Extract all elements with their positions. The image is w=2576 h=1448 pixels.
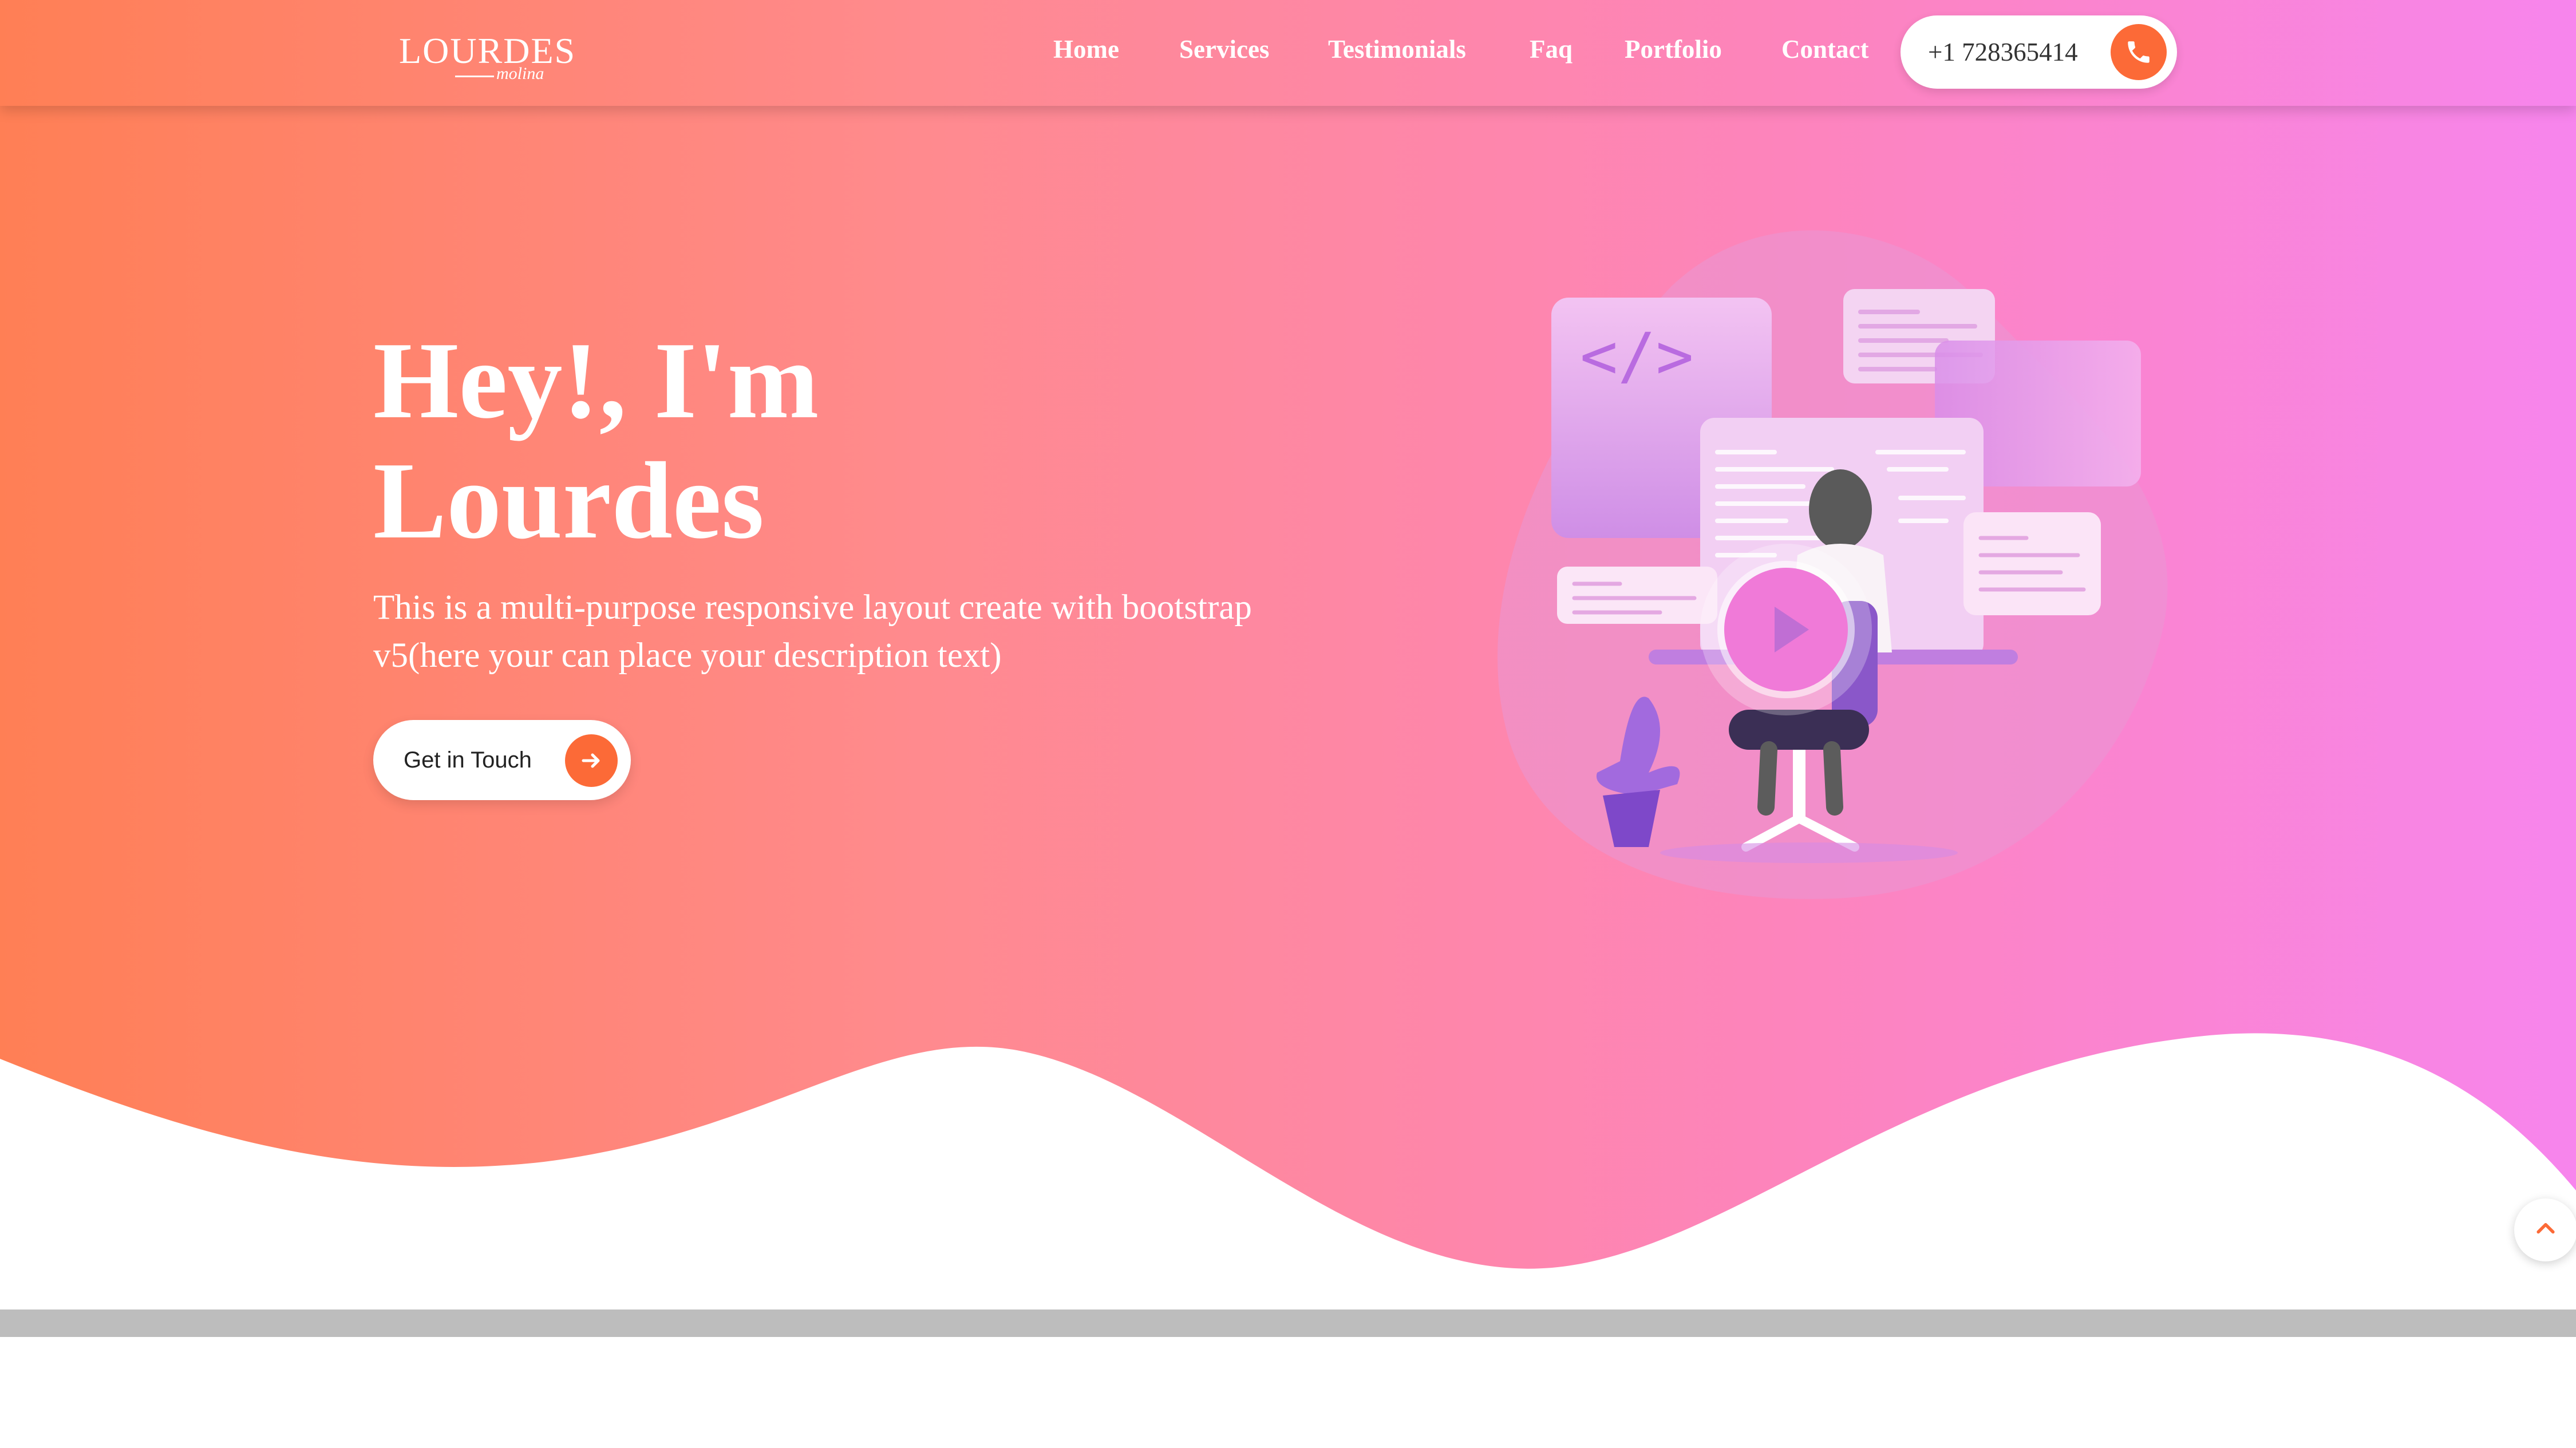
hero-title-line1: Hey!, I'm (373, 319, 819, 441)
navbar: LOURDES molina Home Services Testimonial… (0, 0, 2576, 106)
developer-illustration: </> (1498, 230, 2168, 899)
small-card-right (1963, 512, 2101, 615)
logo[interactable]: LOURDES molina (399, 30, 575, 87)
chair-stem (1793, 750, 1805, 818)
nav-link-testimonials[interactable]: Testimonials (1328, 32, 1466, 66)
small-card-left (1557, 567, 1717, 624)
logo-text: LOURDES (399, 30, 576, 71)
cta-label: Get in Touch (404, 747, 532, 773)
hero-section: </> Hey!, I'm Lourdes This is a multi-pu… (0, 0, 2576, 1316)
nav-link-home[interactable]: Home (1053, 32, 1119, 66)
hero-title: Hey!, I'm Lourdes (373, 321, 819, 561)
nav-link-faq[interactable]: Faq (1530, 32, 1573, 66)
section-divider (0, 1309, 2576, 1337)
get-in-touch-button[interactable]: Get in Touch (373, 720, 631, 800)
chair-seat (1729, 710, 1869, 750)
nav-link-contact[interactable]: Contact (1781, 32, 1868, 66)
phone-icon[interactable] (2111, 24, 2167, 80)
nav-link-services[interactable]: Services (1179, 32, 1269, 66)
arrow-right-icon (565, 734, 618, 787)
person-head (1809, 469, 1872, 549)
chevron-up-icon (2533, 1216, 2558, 1244)
hero-wave (0, 1033, 2576, 1316)
back-to-top-button[interactable] (2514, 1198, 2576, 1261)
logo-underline (455, 76, 494, 77)
logo-script-text: molina (496, 64, 544, 83)
play-icon[interactable] (1700, 544, 1872, 715)
phone-number: +1 728365414 (1928, 38, 2078, 66)
nav-link-portfolio[interactable]: Portfolio (1625, 32, 1722, 66)
floor-shadow (1660, 842, 1958, 863)
code-symbol: </> (1580, 319, 1694, 393)
hero-title-line2: Lourdes (373, 440, 764, 561)
phone-contact[interactable]: +1 728365414 (1901, 15, 2177, 89)
hero-description: This is a multi-purpose responsive layou… (373, 588, 1252, 675)
